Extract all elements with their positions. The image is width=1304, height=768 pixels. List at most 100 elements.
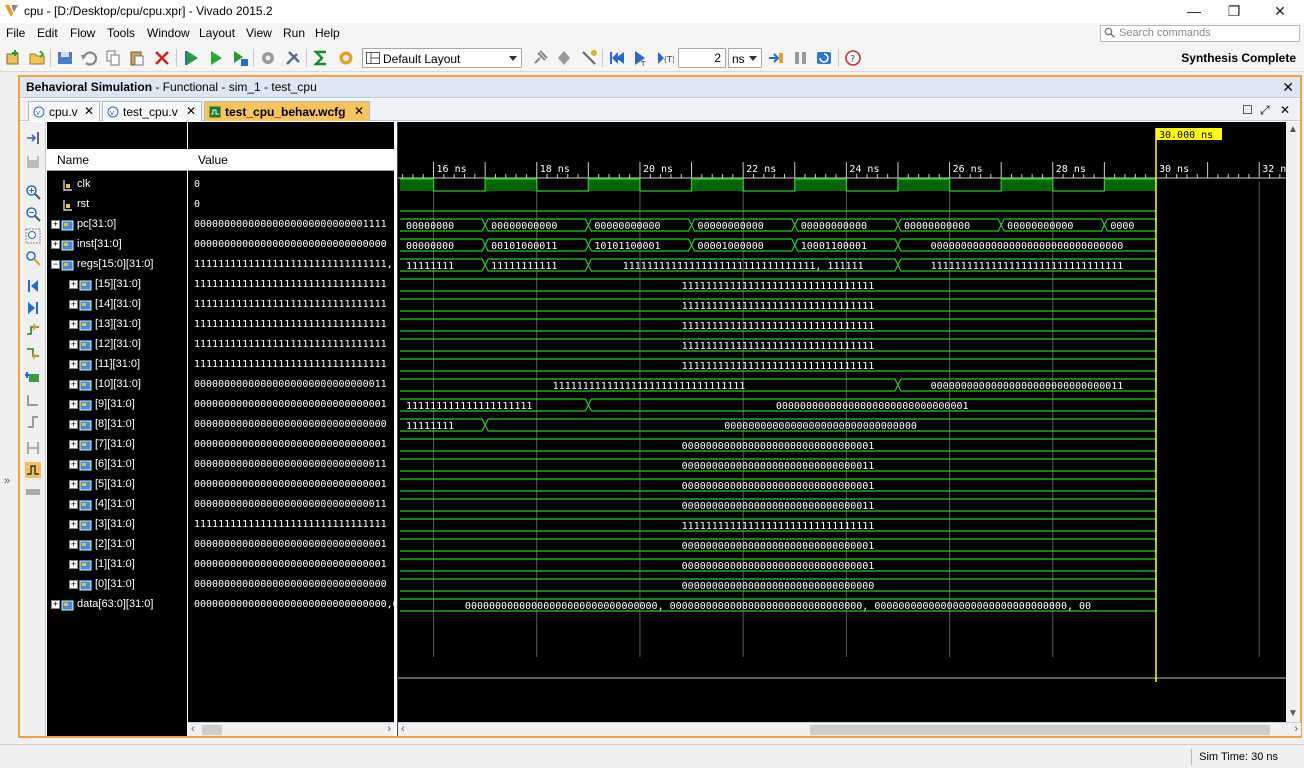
menu-file[interactable]: File: [6, 26, 25, 40]
run-time-input[interactable]: 2: [678, 48, 726, 68]
signal-row[interactable]: + [3][31:0]: [47, 515, 187, 535]
expand-panel-icon[interactable]: »: [4, 475, 10, 487]
collapse-icon[interactable]: −: [51, 260, 60, 269]
new-project-icon[interactable]: [4, 49, 22, 67]
signal-row[interactable]: + [0][31:0]: [47, 575, 187, 595]
signal-row[interactable]: + [7][31:0]: [47, 435, 187, 455]
scroll-right-icon[interactable]: ›: [387, 723, 391, 735]
expand-icon[interactable]: +: [51, 240, 60, 249]
signal-row[interactable]: + [2][31:0]: [47, 535, 187, 555]
step-icon[interactable]: [767, 49, 785, 67]
expand-icon[interactable]: +: [69, 300, 78, 309]
menu-window[interactable]: Window: [147, 26, 190, 40]
run-time-icon[interactable]: (T): [656, 49, 674, 67]
zoom-fit-icon[interactable]: [25, 228, 41, 244]
close-window-button[interactable]: ✕: [1258, 0, 1302, 23]
signal-row[interactable]: + [4][31:0]: [47, 495, 187, 515]
zoom-out-icon[interactable]: [25, 206, 41, 222]
expand-icon[interactable]: +: [69, 480, 78, 489]
signal-row[interactable]: + [9][31:0]: [47, 395, 187, 415]
signal-row[interactable]: + pc[31:0]: [47, 215, 187, 235]
snap-to-transition-icon[interactable]: [25, 462, 41, 478]
menu-view[interactable]: View: [246, 26, 272, 40]
run-icon[interactable]: [207, 49, 225, 67]
add-marker-icon[interactable]: [25, 370, 41, 386]
expand-icon[interactable]: +: [69, 440, 78, 449]
signal-row[interactable]: + [14][31:0]: [47, 295, 187, 315]
maximize-panel-icon[interactable]: ✕: [1280, 103, 1290, 117]
sigma-icon[interactable]: [312, 49, 330, 67]
close-tab-icon[interactable]: ✕: [84, 104, 94, 118]
menu-flow[interactable]: Flow: [70, 26, 95, 40]
signal-row[interactable]: + data[63:0][31:0]: [47, 595, 187, 615]
signal-row[interactable]: + [13][31:0]: [47, 315, 187, 335]
tab-test-cpu-behav-wcfg[interactable]: test_cpu_behav.wcfg ✕: [204, 101, 370, 121]
expand-icon[interactable]: +: [69, 320, 78, 329]
layout-select[interactable]: Default Layout: [362, 48, 522, 68]
restart-icon[interactable]: [608, 49, 626, 67]
go-to-start-icon[interactable]: [25, 278, 41, 294]
undo-icon[interactable]: [80, 49, 98, 67]
delete-icon[interactable]: [153, 49, 171, 67]
value-horizontal-scrollbar[interactable]: ‹ ›: [188, 722, 394, 736]
expand-icon[interactable]: +: [69, 380, 78, 389]
search-commands-input[interactable]: Search commands: [1100, 25, 1300, 42]
expand-icon[interactable]: +: [69, 280, 78, 289]
go-to-end-icon[interactable]: [25, 300, 41, 316]
value-column-header[interactable]: Value: [188, 149, 394, 171]
restore-icon[interactable]: ☐: [1242, 103, 1253, 117]
float-icon[interactable]: ⤢: [1260, 103, 1270, 118]
expand-icon[interactable]: +: [69, 500, 78, 509]
tab-test-cpu-v[interactable]: v test_cpu.v ✕: [102, 101, 202, 121]
signal-row[interactable]: + inst[31:0]: [47, 235, 187, 255]
relaunch-icon[interactable]: [815, 49, 833, 67]
signal-row[interactable]: + [5][31:0]: [47, 475, 187, 495]
expand-icon[interactable]: +: [69, 520, 78, 529]
expand-icon[interactable]: +: [51, 220, 60, 229]
waveform-vertical-scrollbar[interactable]: ▲ ▼: [1286, 122, 1300, 722]
signal-row[interactable]: + [10][31:0]: [47, 375, 187, 395]
save-wave-icon[interactable]: [25, 154, 41, 170]
menu-run[interactable]: Run: [283, 26, 305, 40]
swap-cursors-icon[interactable]: [25, 440, 41, 456]
zoom-in-icon[interactable]: [25, 184, 41, 200]
waveform-horizontal-scrollbar[interactable]: ‹ ›: [398, 722, 1301, 736]
floating-ruler-icon[interactable]: [25, 484, 41, 500]
signal-row[interactable]: + [1][31:0]: [47, 555, 187, 575]
signal-row[interactable]: clk: [47, 175, 187, 195]
expand-icon[interactable]: +: [69, 460, 78, 469]
settings-icon[interactable]: [259, 49, 277, 67]
close-tab-icon[interactable]: ✕: [354, 104, 364, 118]
expand-icon[interactable]: +: [69, 360, 78, 369]
close-panel-button[interactable]: ✕: [1282, 79, 1294, 96]
expand-icon[interactable]: +: [69, 340, 78, 349]
scroll-right-icon[interactable]: ›: [1294, 723, 1298, 735]
time-unit-select[interactable]: ns: [728, 48, 762, 68]
probe-icon[interactable]: [580, 49, 598, 67]
expand-icon[interactable]: +: [69, 420, 78, 429]
marker-icon[interactable]: [555, 49, 573, 67]
signal-row[interactable]: + [8][31:0]: [47, 415, 187, 435]
maximize-button[interactable]: ❐: [1212, 0, 1256, 23]
next-transition-icon[interactable]: [25, 344, 41, 360]
signal-row[interactable]: + [11][31:0]: [47, 355, 187, 375]
expand-icon[interactable]: +: [69, 580, 78, 589]
gear-icon[interactable]: [337, 49, 355, 67]
minimize-button[interactable]: —: [1172, 0, 1216, 23]
next-marker-icon[interactable]: [25, 414, 41, 430]
pause-icon[interactable]: [791, 49, 809, 67]
save-icon[interactable]: [56, 49, 74, 67]
open-project-icon[interactable]: [28, 49, 46, 67]
expand-icon[interactable]: +: [69, 560, 78, 569]
scroll-down-icon[interactable]: ▼: [1288, 708, 1298, 719]
close-tab-icon[interactable]: ✕: [186, 104, 196, 118]
run-for-icon[interactable]: T: [632, 49, 650, 67]
previous-marker-icon[interactable]: [25, 392, 41, 408]
run-all-icon[interactable]: [183, 49, 201, 67]
help-icon[interactable]: ?: [844, 49, 862, 67]
previous-transition-icon[interactable]: [25, 322, 41, 338]
menu-help[interactable]: Help: [315, 26, 340, 40]
go-to-cursor-icon[interactable]: [25, 250, 41, 266]
menu-tools[interactable]: Tools: [107, 26, 135, 40]
menu-layout[interactable]: Layout: [199, 26, 235, 40]
